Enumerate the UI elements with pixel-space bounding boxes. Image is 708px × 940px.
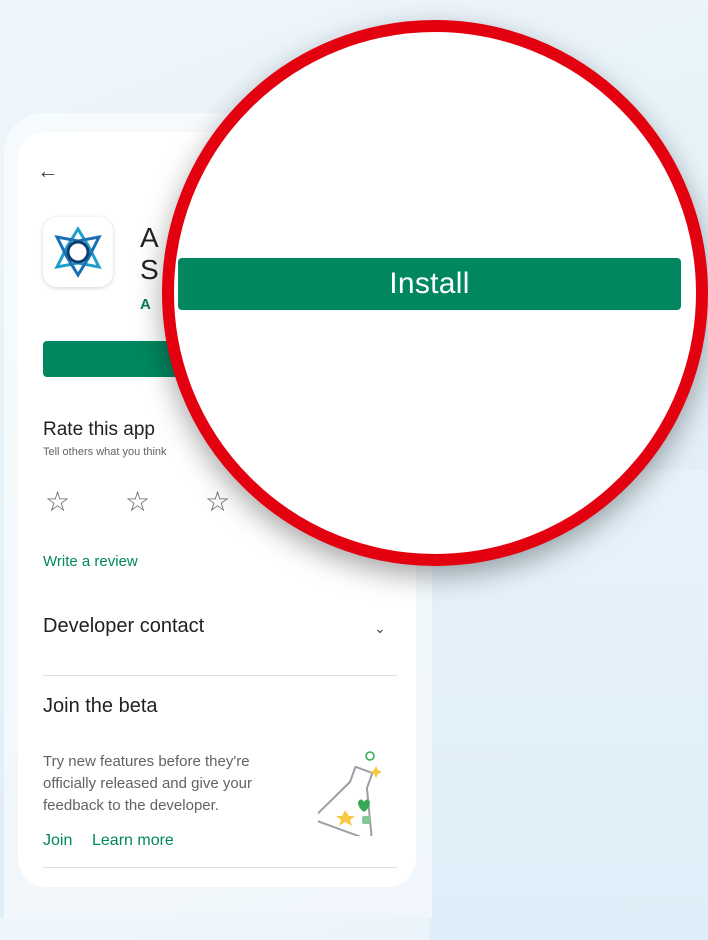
zoom-callout: Install (162, 20, 708, 566)
developer-name-partial[interactable]: A (140, 296, 151, 313)
divider (43, 867, 397, 868)
learn-more-link[interactable]: Learn more (92, 832, 174, 850)
write-review-link[interactable]: Write a review (43, 553, 138, 570)
flask-illustration-icon (314, 750, 388, 840)
star-2-icon[interactable]: ☆ (125, 488, 155, 518)
app-logo-icon (43, 217, 113, 287)
developer-contact-label[interactable]: Developer contact (43, 615, 204, 638)
app-title-line: A S (140, 222, 159, 285)
join-link[interactable]: Join (43, 832, 72, 850)
divider (43, 675, 397, 676)
beta-description: Try new features before they're official… (43, 753, 253, 814)
install-button[interactable]: Install (178, 258, 681, 310)
star-3-icon[interactable]: ☆ (205, 488, 235, 518)
back-arrow-icon[interactable]: ← (37, 158, 63, 184)
beta-title: Join the beta (43, 695, 158, 717)
rate-subtitle: Tell others what you think (43, 446, 167, 458)
chevron-down-icon[interactable]: ⌄ (374, 618, 388, 638)
star-1-icon[interactable]: ☆ (45, 488, 75, 518)
rate-title: Rate this app (43, 419, 155, 440)
app-title-partial: A S (140, 222, 159, 286)
